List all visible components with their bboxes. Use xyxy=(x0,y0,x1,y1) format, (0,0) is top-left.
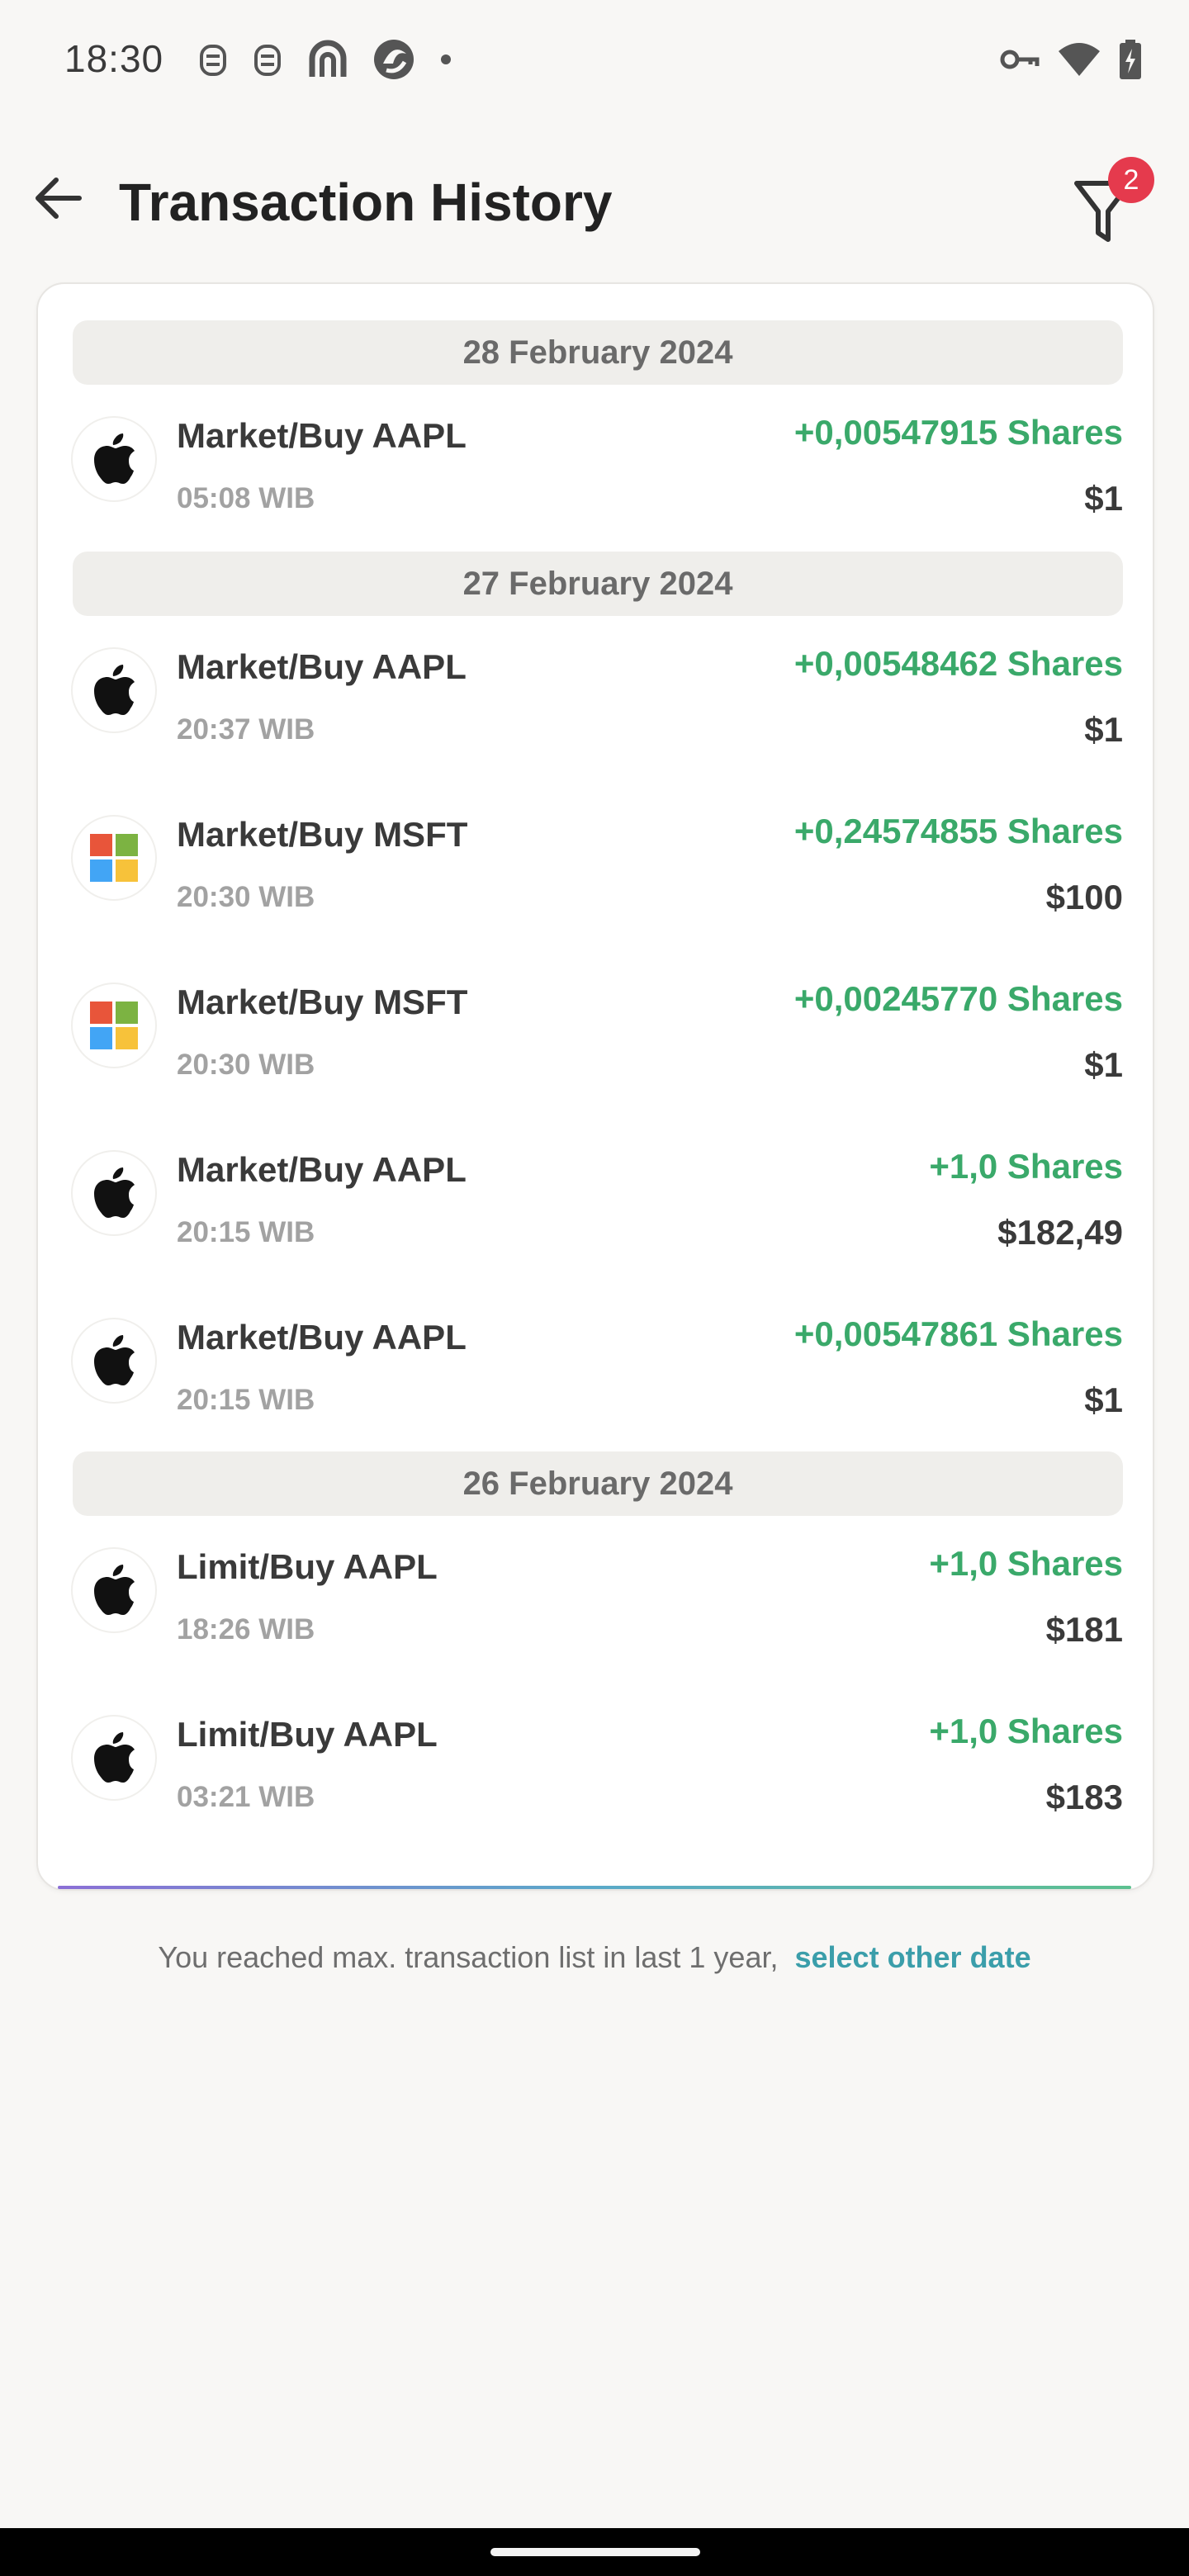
battery-icon xyxy=(1120,40,1141,79)
transaction-shares: +1,0 Shares xyxy=(929,1147,1123,1186)
transaction-list-card: 28 February 2024 Market/Buy AAPL 05:08 W… xyxy=(36,282,1154,1891)
transaction-time: 20:15 WIB xyxy=(177,1216,315,1248)
transaction-shares: +0,00547915 Shares xyxy=(793,413,1123,452)
status-system-icons xyxy=(999,38,1143,81)
transaction-row[interactable]: Limit/Buy AAPL 18:26 WIB +1,0 Shares $18… xyxy=(73,1519,1123,1651)
filter-count-badge: 2 xyxy=(1108,157,1154,203)
transaction-row[interactable]: Limit/Buy AAPL 03:21 WIB +1,0 Shares $18… xyxy=(73,1687,1123,1819)
date-header: 28 February 2024 xyxy=(73,320,1123,385)
transaction-time: 20:30 WIB xyxy=(177,881,315,913)
transaction-amount: $1 xyxy=(1084,1380,1123,1419)
dot-icon xyxy=(441,54,451,64)
wifi-icon xyxy=(1059,43,1100,76)
filter-button[interactable]: 2 xyxy=(1065,154,1156,244)
transaction-shares: +0,00548462 Shares xyxy=(793,644,1123,683)
apple-logo-icon xyxy=(73,418,155,500)
transaction-row[interactable]: Market/Buy MSFT 20:30 WIB +0,24574855 Sh… xyxy=(73,787,1123,919)
notification-icon xyxy=(200,45,226,76)
transaction-amount: $100 xyxy=(1045,878,1123,916)
transaction-title: Market/Buy AAPL xyxy=(177,647,467,686)
max-history-note: You reached max. transaction list in las… xyxy=(0,1940,1189,1975)
system-navigation-bar xyxy=(0,2528,1189,2576)
transaction-time: 20:37 WIB xyxy=(177,713,315,746)
transaction-amount: $1 xyxy=(1084,710,1123,749)
transaction-title: Limit/Buy AAPL xyxy=(177,1715,438,1754)
apple-logo-icon xyxy=(73,1717,155,1799)
transaction-amount: $182,49 xyxy=(997,1213,1123,1252)
transaction-row[interactable]: Market/Buy AAPL 05:08 WIB +0,00547915 Sh… xyxy=(73,388,1123,520)
back-button[interactable] xyxy=(25,165,91,231)
transaction-title: Limit/Buy AAPL xyxy=(177,1547,438,1586)
apple-logo-icon xyxy=(73,649,155,732)
transaction-time: 18:26 WIB xyxy=(177,1613,315,1646)
arrow-left-icon xyxy=(36,178,82,219)
status-bar: 18:30 xyxy=(0,0,1189,124)
transaction-shares: +0,24574855 Shares xyxy=(793,812,1123,850)
date-header: 26 February 2024 xyxy=(73,1451,1123,1516)
status-time: 18:30 xyxy=(64,37,164,80)
transaction-shares: +0,00547861 Shares xyxy=(793,1314,1123,1353)
apple-logo-icon xyxy=(73,1319,155,1402)
transaction-title: Market/Buy AAPL xyxy=(177,1318,467,1357)
transaction-amount: $183 xyxy=(1045,1778,1123,1816)
transaction-shares: +1,0 Shares xyxy=(929,1544,1123,1583)
transaction-time: 03:21 WIB xyxy=(177,1781,315,1813)
transaction-amount: $1 xyxy=(1084,479,1123,518)
transaction-shares: +1,0 Shares xyxy=(929,1712,1123,1750)
transaction-time: 05:08 WIB xyxy=(177,482,315,514)
select-other-date-link[interactable]: select other date xyxy=(794,1940,1030,1974)
transaction-amount: $181 xyxy=(1045,1610,1123,1649)
transaction-title: Market/Buy AAPL xyxy=(177,416,467,455)
apple-logo-icon xyxy=(73,1549,155,1631)
notification-icon xyxy=(254,45,281,76)
transaction-title: Market/Buy MSFT xyxy=(177,983,468,1021)
max-history-text: You reached max. transaction list in las… xyxy=(158,1940,779,1974)
transaction-row[interactable]: Market/Buy AAPL 20:15 WIB +0,00547861 Sh… xyxy=(73,1290,1123,1422)
transaction-time: 20:15 WIB xyxy=(177,1384,315,1416)
date-header: 27 February 2024 xyxy=(73,552,1123,616)
card-accent-divider xyxy=(58,1886,1131,1889)
key-icon xyxy=(1000,50,1040,69)
transaction-time: 20:30 WIB xyxy=(177,1049,315,1081)
app-icon xyxy=(374,40,414,79)
transaction-amount: $1 xyxy=(1084,1045,1123,1084)
microsoft-logo-icon xyxy=(73,984,155,1067)
home-indicator[interactable] xyxy=(490,2548,700,2556)
transaction-row[interactable]: Market/Buy AAPL 20:37 WIB +0,00548462 Sh… xyxy=(73,619,1123,751)
apple-logo-icon xyxy=(73,1152,155,1234)
page-title: Transaction History xyxy=(119,173,613,232)
transaction-row[interactable]: Market/Buy AAPL 20:15 WIB +1,0 Shares $1… xyxy=(73,1122,1123,1254)
transaction-shares: +0,00245770 Shares xyxy=(793,979,1123,1018)
app-icon xyxy=(309,40,347,77)
transaction-title: Market/Buy MSFT xyxy=(177,815,468,854)
transaction-row[interactable]: Market/Buy MSFT 20:30 WIB +0,00245770 Sh… xyxy=(73,954,1123,1087)
microsoft-logo-icon xyxy=(73,817,155,899)
transaction-title: Market/Buy AAPL xyxy=(177,1150,467,1189)
status-notification-icons xyxy=(197,38,454,81)
app-header: Transaction History 2 xyxy=(0,132,1189,272)
